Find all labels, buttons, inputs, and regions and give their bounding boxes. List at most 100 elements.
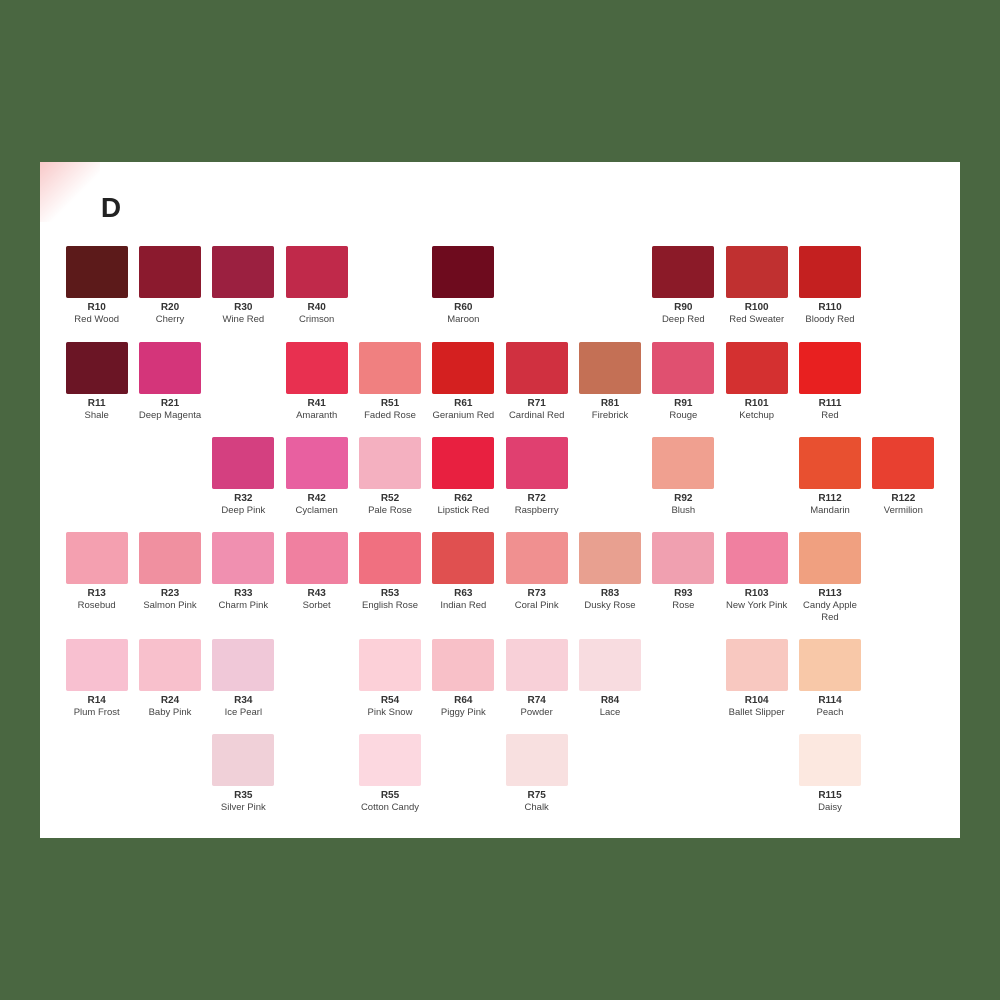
color-code-R51: R51 [381,398,399,410]
color-cell-R81: R81Firebrick [573,338,646,425]
color-code-R64: R64 [454,695,472,707]
color-name-R112: Mandarin [810,505,850,516]
color-name-R75: Chalk [525,802,549,813]
color-cell-empty [867,338,940,425]
color-cell-R61: R61Geranium Red [427,338,500,425]
color-swatch-R75 [506,734,568,786]
color-cell-R32: R32Deep Pink [207,433,280,520]
color-code-R43: R43 [307,588,325,600]
color-name-R32: Deep Pink [221,505,265,516]
color-code-R13: R13 [87,588,105,600]
color-code-R103: R103 [745,588,769,600]
color-swatch-R11 [66,342,128,394]
color-code-R21: R21 [161,398,179,410]
color-swatch-R74 [506,639,568,691]
color-swatch-R20 [139,246,201,298]
color-cell-R55: R55Cotton Candy [353,730,426,817]
color-name-R41: Amaranth [296,410,337,421]
color-cell-empty [207,338,280,425]
color-name-R104: Ballet Slipper [729,707,785,718]
color-name-R73: Coral Pink [515,600,559,611]
color-swatch-R52 [359,437,421,489]
color-swatch-R100 [726,246,788,298]
color-name-R91: Rouge [669,410,697,421]
color-swatch-R91 [652,342,714,394]
color-cell-R73: R73Coral Pink [500,528,573,627]
color-name-R20: Cherry [156,314,185,325]
color-code-R61: R61 [454,398,472,410]
color-cell-R42: R42Cyclamen [280,433,353,520]
color-cell-empty [867,730,940,817]
color-cell-R30: R30Wine Red [207,242,280,329]
color-cell-R93: R93Rose [647,528,720,627]
color-code-R20: R20 [161,302,179,314]
color-cell-empty [353,242,426,329]
color-swatch-R113 [799,532,861,584]
color-name-R24: Baby Pink [149,707,192,718]
color-swatch-R72 [506,437,568,489]
color-swatch-R61 [432,342,494,394]
color-name-R84: Lace [600,707,621,718]
color-name-R114: Peach [817,707,844,718]
color-cell-empty [720,730,793,817]
color-code-R33: R33 [234,588,252,600]
color-cell-R21: R21Deep Magenta [133,338,206,425]
color-cell-R54: R54Pink Snow [353,635,426,722]
color-swatch-R93 [652,532,714,584]
color-code-R55: R55 [381,790,399,802]
color-swatch-R83 [579,532,641,584]
color-cell-R51: R51Faded Rose [353,338,426,425]
color-cell-R83: R83Dusky Rose [573,528,646,627]
color-name-R93: Rose [672,600,694,611]
color-swatch-R63 [432,532,494,584]
color-swatch-R34 [212,639,274,691]
color-cell-R34: R34Ice Pearl [207,635,280,722]
color-swatch-R13 [66,532,128,584]
color-swatch-R43 [286,532,348,584]
color-cell-R74: R74Powder [500,635,573,722]
color-cell-R104: R104Ballet Slipper [720,635,793,722]
color-cell-R64: R64Piggy Pink [427,635,500,722]
color-cell-empty [133,730,206,817]
color-swatch-R42 [286,437,348,489]
color-cell-R52: R52Pale Rose [353,433,426,520]
color-cell-empty [280,635,353,722]
color-chart-card: RED R10Red WoodR20CherryR30Wine RedR40Cr… [40,162,960,838]
color-cell-R35: R35Silver Pink [207,730,280,817]
color-cell-R112: R112Mandarin [793,433,866,520]
color-cell-R14: R14Plum Frost [60,635,133,722]
color-name-R90: Deep Red [662,314,705,325]
color-name-R42: Cyclamen [296,505,338,516]
color-code-R75: R75 [527,790,545,802]
color-cell-R72: R72Raspberry [500,433,573,520]
color-swatch-R21 [139,342,201,394]
color-swatch-R40 [286,246,348,298]
color-swatch-R84 [579,639,641,691]
color-cell-R13: R13Rosebud [60,528,133,627]
color-swatch-R92 [652,437,714,489]
color-cell-empty [427,730,500,817]
color-name-R72: Raspberry [515,505,559,516]
color-name-R33: Charm Pink [219,600,269,611]
color-name-R40: Crimson [299,314,334,325]
color-cell-empty [133,433,206,520]
color-name-R83: Dusky Rose [584,600,635,611]
color-name-R110: Bloody Red [805,314,854,325]
color-code-R112: R112 [818,493,841,505]
color-cell-empty [573,433,646,520]
color-cell-R100: R100Red Sweater [720,242,793,329]
color-cell-empty [720,433,793,520]
color-swatch-R114 [799,639,861,691]
color-name-R55: Cotton Candy [361,802,419,813]
color-name-R101: Ketchup [739,410,774,421]
color-cell-R111: R111Red [793,338,866,425]
color-grid: R10Red WoodR20CherryR30Wine RedR40Crimso… [60,242,940,818]
color-swatch-R112 [799,437,861,489]
color-code-R111: R111 [819,398,842,410]
color-cell-R103: R103New York Pink [720,528,793,627]
color-name-R61: Geranium Red [432,410,494,421]
color-swatch-R71 [506,342,568,394]
color-cell-R43: R43Sorbet [280,528,353,627]
color-cell-R62: R62Lipstick Red [427,433,500,520]
color-cell-R114: R114Peach [793,635,866,722]
